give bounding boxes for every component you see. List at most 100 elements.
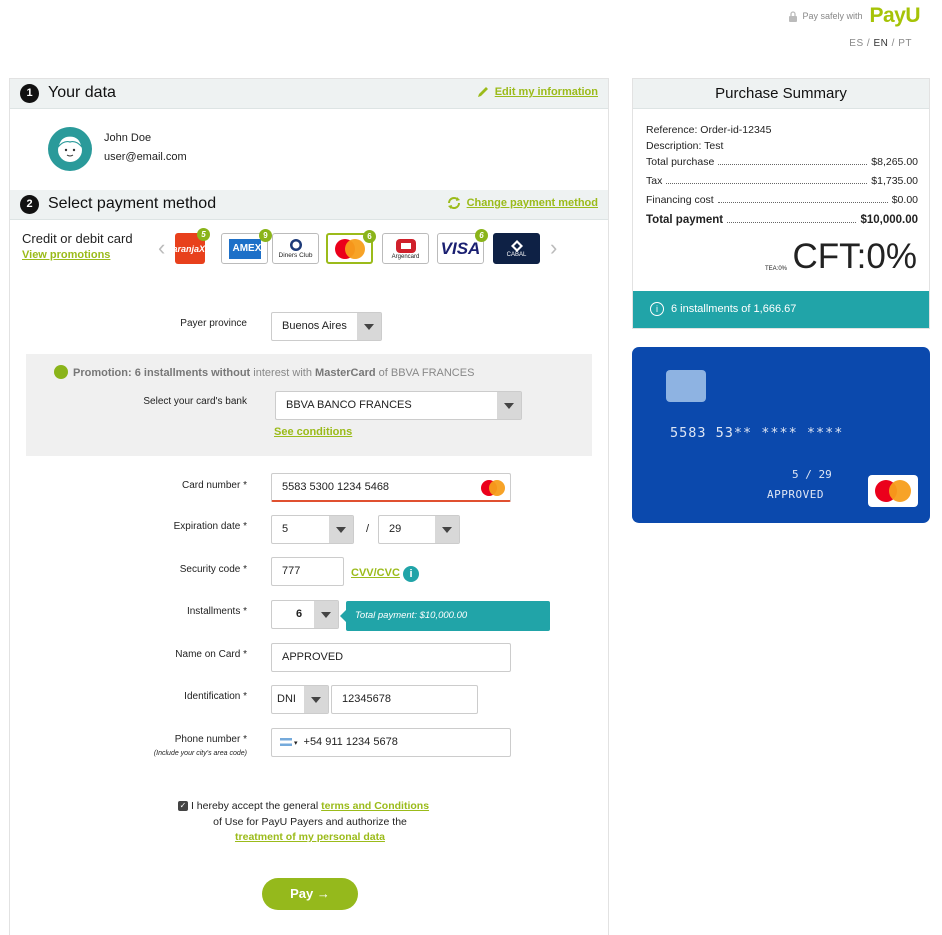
installments-info-bar: i 6 installments of 1,666.67 bbox=[633, 291, 929, 328]
installments-badge: 6 bbox=[363, 230, 376, 243]
phone-hint: (Include your city's area code) bbox=[153, 750, 247, 757]
phone-input[interactable]: ▾ +54 911 1234 5678 bbox=[271, 728, 511, 757]
phone-value: +54 911 1234 5678 bbox=[303, 736, 398, 748]
your-data-title: Your data bbox=[48, 84, 116, 101]
payer-province-select[interactable]: Buenos Aires bbox=[271, 312, 382, 341]
see-conditions-link[interactable]: See conditions bbox=[274, 426, 352, 438]
promotion-brand: MasterCard bbox=[315, 367, 376, 379]
user-name: John Doe bbox=[104, 132, 152, 144]
user-face-icon bbox=[57, 135, 83, 162]
promotion-box: Promotion: 6 installments without intere… bbox=[26, 354, 592, 456]
card-logo-argencard[interactable]: Argencard bbox=[382, 233, 429, 264]
bank-value: BBVA BANCO FRANCES bbox=[286, 399, 412, 411]
installments-value: 6 bbox=[296, 608, 303, 620]
reference-text: Reference: Order-id-12345 bbox=[646, 124, 772, 136]
total-payment-tooltip: Total payment: $10,000.00 bbox=[340, 601, 550, 631]
expiration-month-select[interactable]: 5 bbox=[271, 515, 354, 544]
terms-mid: of Use for PayU Payers and authorize the bbox=[213, 815, 407, 828]
installments-badge: 9 bbox=[259, 229, 272, 242]
cvv-help-link[interactable]: CVV/CVC bbox=[351, 567, 400, 579]
diners-club-icon bbox=[289, 239, 302, 251]
card-logo-mastercard[interactable]: 6 bbox=[326, 230, 376, 264]
summary-row-financing-cost: Financing cost $0.00 bbox=[646, 194, 918, 206]
installments-badge: 6 bbox=[475, 229, 488, 242]
your-data-header: 1 Your data Edit my information bbox=[10, 79, 608, 109]
payu-secure-banner: Pay safely with PayU bbox=[788, 4, 920, 28]
card-preview: 5583 53** **** **** 5 / 29 APPROVED bbox=[632, 347, 930, 523]
lang-sep: / bbox=[891, 38, 895, 49]
cabal-icon bbox=[510, 239, 523, 252]
personal-data-link[interactable]: treatment of my personal data bbox=[235, 831, 385, 843]
promotion-dot-icon bbox=[54, 365, 68, 379]
summary-row-label: Total payment bbox=[646, 214, 724, 226]
summary-row-label: Financing cost bbox=[646, 194, 714, 206]
expiration-label: Expiration date * bbox=[173, 521, 247, 532]
chevron-down-icon bbox=[497, 392, 521, 419]
id-type-select[interactable]: DNI bbox=[271, 685, 329, 714]
card-logo-naranjax[interactable]: NaranjaX 5 bbox=[175, 228, 210, 264]
identification-label: Identification * bbox=[184, 691, 247, 702]
installments-select[interactable]: 6 bbox=[271, 600, 339, 629]
secure-text: Pay safely with bbox=[802, 11, 863, 21]
lang-pt[interactable]: PT bbox=[898, 38, 912, 49]
security-code-value: 777 bbox=[282, 565, 301, 577]
lang-es[interactable]: ES bbox=[849, 38, 863, 49]
payu-logo: PayU bbox=[869, 4, 920, 27]
payer-province-label: Payer province bbox=[180, 318, 247, 329]
mastercard-logo-icon bbox=[875, 480, 911, 502]
card-logo-cabal[interactable]: CABAL bbox=[493, 233, 540, 264]
promotion-mid: interest with bbox=[250, 367, 316, 379]
id-number-value: 12345678 bbox=[342, 693, 391, 705]
summary-row-value: $8,265.00 bbox=[871, 156, 918, 168]
id-type-value: DNI bbox=[277, 693, 296, 705]
change-payment-method-link[interactable]: Change payment method bbox=[446, 196, 598, 210]
card-number-value: 5583 5300 1234 5468 bbox=[282, 481, 390, 493]
card-logo-visa[interactable]: VISA 6 bbox=[437, 229, 488, 264]
argentina-flag-icon bbox=[280, 738, 292, 747]
edit-information-link[interactable]: Edit my information bbox=[476, 85, 598, 99]
chevron-down-icon bbox=[329, 516, 353, 543]
mastercard-badge bbox=[868, 475, 918, 507]
terms-link[interactable]: terms and Conditions bbox=[321, 800, 429, 812]
lang-en[interactable]: EN bbox=[873, 38, 888, 49]
name-on-card-input[interactable]: APPROVED bbox=[271, 643, 511, 672]
expiration-year-select[interactable]: 29 bbox=[378, 515, 460, 544]
caret-down-icon: ▾ bbox=[294, 740, 298, 747]
summary-row-value: $10,000.00 bbox=[860, 214, 918, 226]
pencil-icon bbox=[477, 87, 488, 97]
expiration-separator: / bbox=[366, 523, 370, 535]
chevron-down-icon bbox=[435, 516, 459, 543]
summary-row-value: $1,735.00 bbox=[871, 175, 918, 187]
id-number-input[interactable]: 12345678 bbox=[331, 685, 478, 714]
step-number: 2 bbox=[20, 195, 39, 214]
lock-icon bbox=[789, 10, 798, 22]
bank-select[interactable]: BBVA BANCO FRANCES bbox=[275, 391, 522, 420]
card-preview-number: 5583 53** **** **** bbox=[670, 425, 844, 441]
summary-row-value: $0.00 bbox=[891, 194, 918, 206]
card-number-input[interactable]: 5583 5300 1234 5468 bbox=[271, 473, 511, 502]
card-preview-expiry: 5 / 29 bbox=[792, 468, 832, 481]
security-code-input[interactable]: 777 bbox=[271, 557, 344, 586]
card-logo-label: NaranjaX bbox=[175, 243, 205, 254]
expiration-year-value: 29 bbox=[389, 523, 402, 535]
installments-label: Installments * bbox=[186, 606, 247, 617]
view-promotions-link[interactable]: View promotions bbox=[22, 249, 110, 261]
card-preview-holder: APPROVED bbox=[767, 488, 824, 501]
pay-button[interactable]: Pay → bbox=[262, 878, 358, 910]
carousel-next-icon[interactable]: › bbox=[550, 235, 557, 261]
carousel-prev-icon[interactable]: ‹ bbox=[158, 235, 165, 261]
user-email: user@email.com bbox=[104, 151, 187, 163]
summary-row-label: Tax bbox=[646, 175, 663, 187]
card-logo-amex[interactable]: AMEX 9 bbox=[221, 229, 272, 264]
argencard-logo-label: Argencard bbox=[391, 253, 420, 260]
card-logo-diners[interactable]: Diners Club bbox=[272, 233, 319, 264]
name-on-card-value: APPROVED bbox=[282, 651, 344, 663]
step-number: 1 bbox=[20, 84, 39, 103]
info-icon[interactable]: i bbox=[403, 566, 419, 582]
purchase-summary-panel: Purchase Summary Reference: Order-id-123… bbox=[632, 78, 930, 329]
summary-row-total-purchase: Total purchase $8,265.00 bbox=[646, 156, 918, 168]
promotion-text: Promotion: 6 installments without intere… bbox=[73, 367, 474, 379]
security-code-label: Security code * bbox=[179, 564, 247, 575]
summary-row-tax: Tax $1,735.00 bbox=[646, 175, 918, 187]
promotion-suffix: of BBVA FRANCES bbox=[375, 367, 475, 379]
